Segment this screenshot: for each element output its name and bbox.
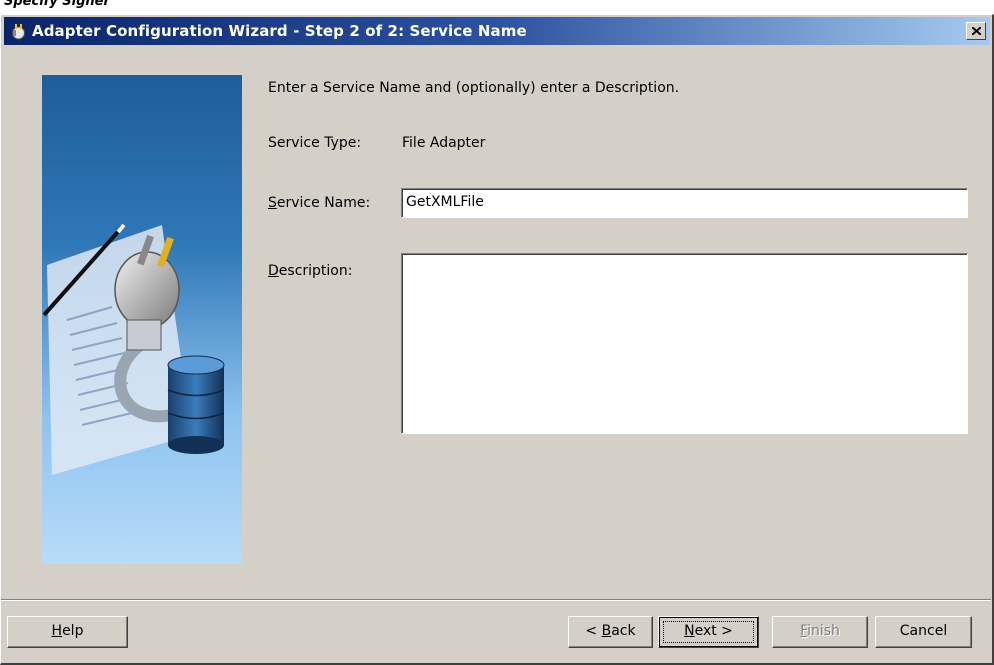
cancel-button[interactable]: Cancel [875,616,972,648]
next-mnemonic: N [684,623,695,639]
title-bar[interactable]: Adapter Configuration Wizard - Step 2 of… [4,17,990,45]
instruction-text: Enter a Service Name and (optionally) en… [268,80,680,96]
adapter-plug-icon [12,24,25,41]
description-label-text: escription: [278,263,353,279]
back-mnemonic: B [601,623,612,639]
help-label: elp [62,623,84,639]
service-type-label: Service Type: [268,135,362,151]
service-name-label-text: ervice Name: [276,195,371,211]
button-separator [1,599,991,601]
next-button[interactable]: Next > [658,616,759,648]
back-button[interactable]: < Back [568,616,653,648]
help-button[interactable]: Help [7,616,128,648]
service-name-input[interactable]: GetXMLFile [401,188,968,218]
finish-button[interactable]: Finish [772,616,868,648]
back-label: ack [611,623,636,639]
top-strip-text: Specify Signer [4,0,110,9]
plug-database-illustration [42,75,242,564]
close-button[interactable] [966,22,986,40]
finish-label: inish [807,623,840,639]
description-mnemonic: D [268,263,279,279]
description-textarea[interactable] [401,253,968,434]
next-label: ext > [694,623,733,639]
help-mnemonic: H [51,623,63,639]
description-label: Description: [268,263,352,279]
window-title: Adapter Configuration Wizard - Step 2 of… [32,22,527,40]
back-prefix: < [585,623,602,639]
wizard-dialog: Adapter Configuration Wizard - Step 2 of… [0,14,994,665]
service-type-value: File Adapter [402,135,486,151]
top-strip: Specify Signer [0,0,994,14]
service-name-label: Service Name: [268,195,370,211]
close-icon [972,27,981,35]
service-name-mnemonic: S [268,195,277,211]
